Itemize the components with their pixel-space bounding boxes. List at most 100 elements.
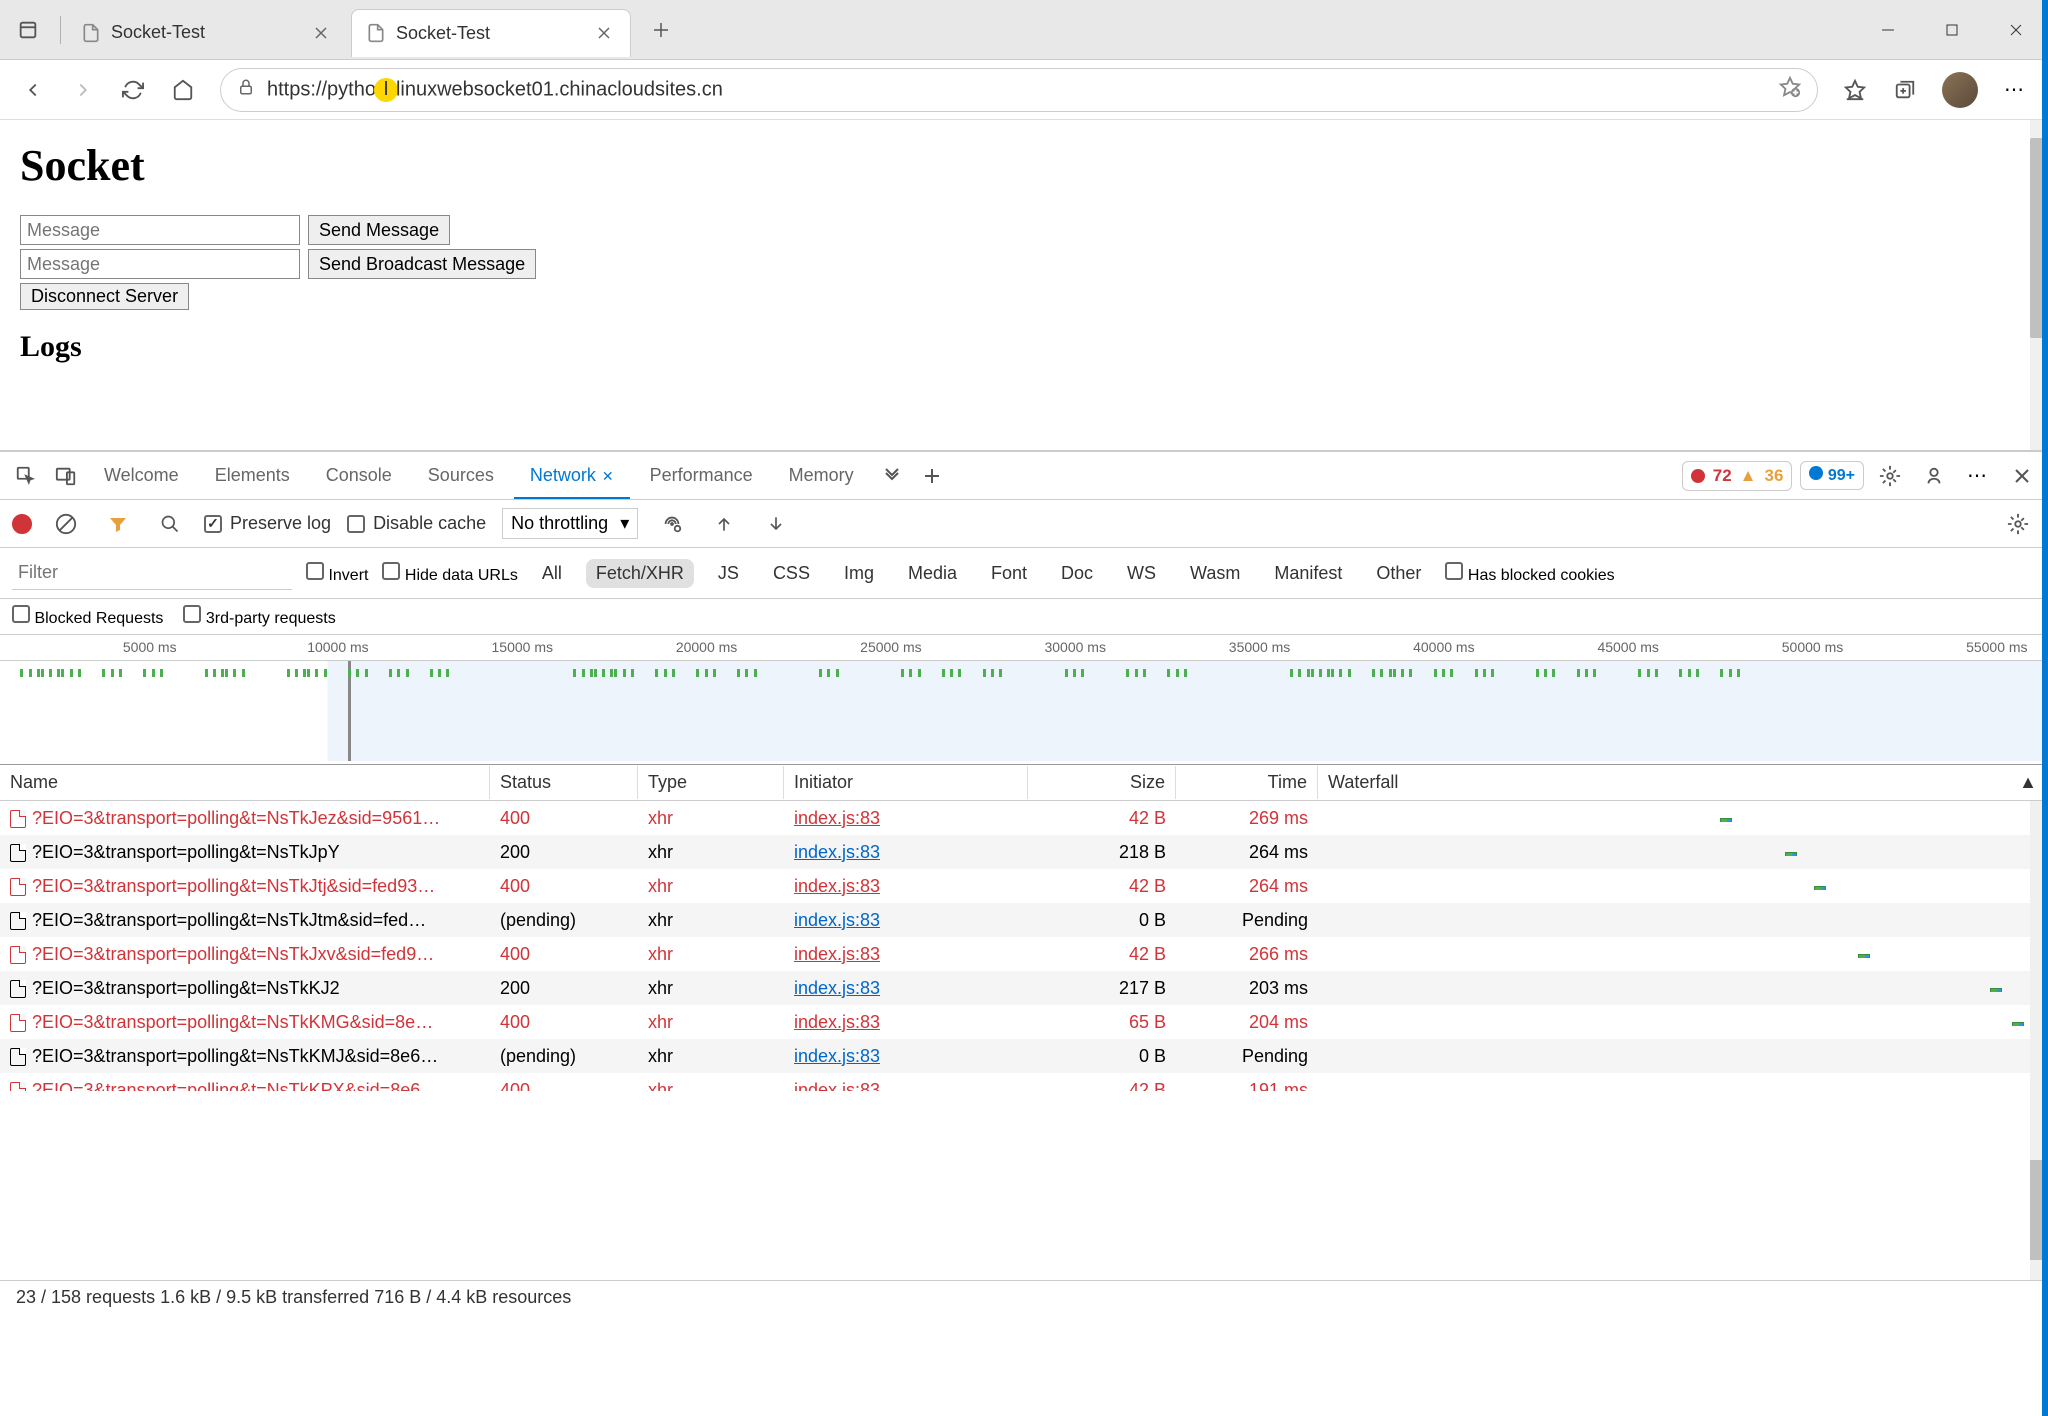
- third-party-checkbox[interactable]: 3rd-party requests: [183, 605, 335, 628]
- send-message-button[interactable]: Send Message: [308, 215, 450, 245]
- table-body[interactable]: ?EIO=3&transport=polling&t=NsTkJez&sid=9…: [0, 801, 2048, 1091]
- initiator-link[interactable]: index.js:83: [794, 978, 880, 998]
- initiator-link[interactable]: index.js:83: [794, 944, 880, 964]
- inspect-element-button[interactable]: [8, 458, 44, 494]
- network-conditions-button[interactable]: [654, 506, 690, 542]
- table-row[interactable]: ?EIO=3&transport=polling&t=NsTkJpY 200 x…: [0, 835, 2048, 869]
- profile-avatar[interactable]: [1942, 72, 1978, 108]
- address-bar[interactable]: https://pythoIlinuxwebsocket01.chinaclou…: [220, 68, 1818, 112]
- filter-ws[interactable]: WS: [1117, 559, 1166, 588]
- forward-button[interactable]: [62, 69, 104, 111]
- message-input-2[interactable]: [20, 249, 300, 279]
- initiator-link[interactable]: index.js:83: [794, 1046, 880, 1066]
- table-row[interactable]: ?EIO=3&transport=polling&t=NsTkKMG&sid=8…: [0, 1005, 2048, 1039]
- device-toolbar-button[interactable]: [48, 458, 84, 494]
- preserve-log-checkbox[interactable]: Preserve log: [204, 513, 331, 534]
- info-badge[interactable]: 99+: [1800, 461, 1864, 490]
- table-row[interactable]: ?EIO=3&transport=polling&t=NsTkJez&sid=9…: [0, 801, 2048, 835]
- record-button[interactable]: [12, 514, 32, 534]
- close-tab-icon[interactable]: ✕: [602, 468, 614, 484]
- lock-icon[interactable]: [237, 78, 255, 101]
- initiator-link[interactable]: index.js:83: [794, 910, 880, 930]
- header-status[interactable]: Status: [490, 766, 638, 799]
- clear-button[interactable]: [48, 506, 84, 542]
- tab-actions-button[interactable]: [8, 10, 48, 50]
- settings-button[interactable]: [1872, 458, 1908, 494]
- collections-button[interactable]: [1884, 69, 1926, 111]
- filter-media[interactable]: Media: [898, 559, 967, 588]
- close-window-button[interactable]: [1984, 6, 2048, 54]
- tab-close-button[interactable]: [592, 21, 616, 45]
- close-devtools-button[interactable]: [2004, 458, 2040, 494]
- filter-font[interactable]: Font: [981, 559, 1037, 588]
- export-har-button[interactable]: [758, 506, 794, 542]
- search-button[interactable]: [152, 506, 188, 542]
- filter-input[interactable]: [12, 556, 292, 590]
- header-waterfall[interactable]: Waterfall▲: [1318, 766, 2048, 799]
- initiator-link[interactable]: index.js:83: [794, 842, 880, 862]
- menu-button[interactable]: ⋯: [1994, 69, 2036, 111]
- filter-img[interactable]: Img: [834, 559, 884, 588]
- table-row[interactable]: ?EIO=3&transport=polling&t=NsTkKJ2 200 x…: [0, 971, 2048, 1005]
- tab-close-button[interactable]: [309, 21, 333, 45]
- filter-css[interactable]: CSS: [763, 559, 820, 588]
- table-row[interactable]: ?EIO=3&transport=polling&t=NsTkJtm&sid=f…: [0, 903, 2048, 937]
- initiator-link[interactable]: index.js:83: [794, 1012, 880, 1032]
- favorites-button[interactable]: [1834, 69, 1876, 111]
- tab-memory[interactable]: Memory: [773, 453, 870, 498]
- network-timeline[interactable]: 5000 ms10000 ms15000 ms20000 ms25000 ms3…: [0, 635, 2048, 765]
- send-broadcast-button[interactable]: Send Broadcast Message: [308, 249, 536, 279]
- invert-checkbox[interactable]: Invert: [306, 562, 368, 585]
- devtools-menu-button[interactable]: ⋯: [1960, 458, 1996, 494]
- minimize-button[interactable]: [1856, 6, 1920, 54]
- table-row[interactable]: ?EIO=3&transport=polling&t=NsTkJxv&sid=f…: [0, 937, 2048, 971]
- initiator-link[interactable]: index.js:83: [794, 1080, 880, 1092]
- tab-network[interactable]: Network✕: [514, 453, 630, 498]
- filter-other[interactable]: Other: [1366, 559, 1431, 588]
- filter-wasm[interactable]: Wasm: [1180, 559, 1250, 588]
- tab-performance[interactable]: Performance: [634, 453, 769, 498]
- disable-cache-checkbox[interactable]: Disable cache: [347, 513, 486, 534]
- tab-elements[interactable]: Elements: [199, 453, 306, 498]
- browser-tab-2[interactable]: Socket-Test: [351, 9, 631, 57]
- table-row[interactable]: ?EIO=3&transport=polling&t=NsTkJtj&sid=f…: [0, 869, 2048, 903]
- blocked-cookies-checkbox[interactable]: Has blocked cookies: [1445, 562, 1614, 585]
- error-warning-badge[interactable]: 72 ▲36: [1682, 461, 1793, 491]
- blocked-requests-checkbox[interactable]: Blocked Requests: [12, 605, 163, 628]
- header-initiator[interactable]: Initiator: [784, 766, 1028, 799]
- disconnect-button[interactable]: Disconnect Server: [20, 283, 189, 310]
- throttling-select[interactable]: No throttling▾: [502, 508, 638, 539]
- network-settings-button[interactable]: [2000, 506, 2036, 542]
- add-tab-button[interactable]: [914, 458, 950, 494]
- browser-tab-1[interactable]: Socket-Test: [67, 9, 347, 57]
- header-type[interactable]: Type: [638, 766, 784, 799]
- table-row[interactable]: ?EIO=3&transport=polling&t=NsTkKMJ&sid=8…: [0, 1039, 2048, 1073]
- initiator-link[interactable]: index.js:83: [794, 808, 880, 828]
- import-har-button[interactable]: [706, 506, 742, 542]
- favorite-button[interactable]: [1779, 76, 1801, 103]
- header-name[interactable]: Name: [0, 766, 490, 799]
- filter-js[interactable]: JS: [708, 559, 749, 588]
- table-row[interactable]: ?EIO=3&transport=polling&t=NsTkKPX&sid=8…: [0, 1073, 2048, 1091]
- filter-all[interactable]: All: [532, 559, 572, 588]
- message-input-1[interactable]: [20, 215, 300, 245]
- filter-toggle-button[interactable]: [100, 506, 136, 542]
- tab-welcome[interactable]: Welcome: [88, 453, 195, 498]
- filter-fetch-xhr[interactable]: Fetch/XHR: [586, 559, 694, 588]
- new-tab-button[interactable]: [641, 10, 681, 50]
- more-tabs-button[interactable]: [874, 458, 910, 494]
- timeline-area[interactable]: [0, 661, 2048, 761]
- tab-console[interactable]: Console: [310, 453, 408, 498]
- initiator-link[interactable]: index.js:83: [794, 876, 880, 896]
- feedback-button[interactable]: [1916, 458, 1952, 494]
- refresh-button[interactable]: [112, 69, 154, 111]
- header-size[interactable]: Size: [1028, 766, 1176, 799]
- back-button[interactable]: [12, 69, 54, 111]
- home-button[interactable]: [162, 69, 204, 111]
- maximize-button[interactable]: [1920, 6, 1984, 54]
- hide-data-urls-checkbox[interactable]: Hide data URLs: [382, 562, 517, 585]
- tab-sources[interactable]: Sources: [412, 453, 510, 498]
- header-time[interactable]: Time: [1176, 766, 1318, 799]
- filter-manifest[interactable]: Manifest: [1264, 559, 1352, 588]
- filter-doc[interactable]: Doc: [1051, 559, 1103, 588]
